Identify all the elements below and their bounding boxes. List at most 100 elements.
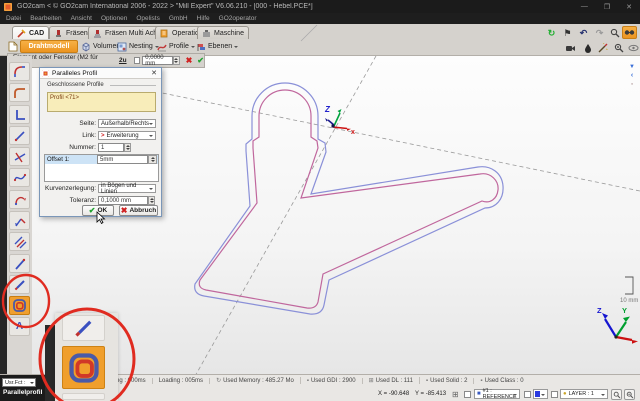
offset-profile-outline[interactable] [195, 83, 503, 314]
zoom-window-button[interactable] [624, 389, 635, 400]
usr-fct-select[interactable]: Usr.Fct : [2, 378, 36, 387]
redo-icon[interactable]: ↷ [593, 27, 606, 39]
nesting-icon [117, 42, 127, 52]
eye-icon[interactable] [627, 42, 640, 54]
volume-cube-icon [81, 42, 91, 52]
undo-icon[interactable]: ↶ [577, 27, 590, 39]
menu-optionen[interactable]: Optionen [101, 15, 127, 22]
tab-cad[interactable]: CAD [12, 26, 49, 39]
profile-listbox[interactable]: Profil <71> [47, 92, 156, 112]
offset-row-selected[interactable]: Offset 1: 5mm [45, 155, 158, 164]
menu-opelists[interactable]: Opelists [136, 15, 159, 22]
close-icon[interactable]: ✕ [626, 3, 632, 11]
corner-arrow-icon[interactable] [9, 211, 30, 230]
scale-label: 10 mm [620, 298, 638, 304]
ribbon-drahtmodell[interactable]: Drahtmodell [20, 40, 78, 53]
callout-panel [55, 313, 118, 401]
refresh-icon[interactable]: ↻ [545, 27, 558, 39]
ok-check-icon: ✔ [89, 206, 96, 215]
menu-hilfe[interactable]: Hilfe [197, 15, 210, 22]
source-profile-outline[interactable] [199, 90, 498, 308]
dialog-close-icon[interactable]: ✕ [151, 69, 161, 77]
reference-checkbox[interactable] [464, 391, 471, 398]
origin-z-label: Z [324, 105, 331, 114]
group-label: Geschlossene Profile [47, 82, 104, 88]
tab-maschine[interactable]: Maschine [197, 26, 249, 39]
offset-list[interactable]: Offset 1: 5mm [44, 154, 159, 182]
color-checkbox[interactable] [524, 391, 531, 398]
line-icon[interactable] [9, 126, 30, 145]
parallel-lines-icon[interactable] [9, 232, 30, 251]
link-arrow-icon: > [101, 133, 105, 139]
ribbon-profile[interactable]: Profile [157, 40, 195, 53]
maximize-icon[interactable]: ❐ [604, 3, 610, 11]
seite-select[interactable]: Außerhalb/Rechts [98, 119, 156, 128]
layers-icon [196, 42, 206, 52]
nummer-stepper[interactable] [124, 143, 131, 152]
spline-icon[interactable] [9, 168, 30, 187]
cancel-button[interactable]: ✖ Abbruch [119, 205, 158, 216]
zoom-plus-icon[interactable] [612, 42, 625, 54]
prompt-zoom-label[interactable]: 2u [119, 57, 127, 64]
parallel-profile-icon[interactable] [9, 296, 30, 315]
offset-value-input[interactable]: 5mm [97, 155, 148, 164]
link-select[interactable]: > Erweiterung [98, 131, 156, 140]
menu-go2operator[interactable]: GO2operator [219, 15, 257, 22]
search-goggles-icon[interactable] [622, 26, 637, 39]
grid-icon[interactable]: ⊞ [452, 390, 459, 399]
ink-drop-icon[interactable] [581, 42, 594, 54]
reference-select[interactable]: ■ #1 : REFERENCE [474, 389, 520, 399]
offset-stepper[interactable] [148, 155, 157, 164]
trim-lines-icon[interactable] [9, 147, 30, 166]
curve-arrow-icon[interactable] [9, 190, 30, 209]
dialog-title-bar[interactable]: Paralleles Profil ✕ [40, 68, 161, 79]
pen-line-icon[interactable] [9, 275, 30, 294]
menu-gmbh[interactable]: GmbH [169, 15, 188, 22]
prompt-cancel-icon[interactable]: ✖ [186, 56, 193, 65]
nummer-input[interactable]: 1 [98, 143, 124, 152]
layer-bulb-icon: ● [563, 391, 567, 397]
chevron-down-icon [234, 46, 238, 50]
zoom-icon[interactable] [608, 27, 621, 39]
metric-gdi: ▪Used GDI : 2900 [301, 378, 363, 384]
pin-icon[interactable]: ◦ [631, 81, 633, 88]
scale-indicator [625, 277, 633, 294]
text-tool-icon[interactable]: A [9, 317, 30, 336]
magic-wand-icon[interactable] [596, 42, 609, 54]
ribbon-ebenen[interactable]: Ebenen [196, 40, 238, 53]
menu-ansicht[interactable]: Ansicht [71, 15, 92, 22]
minimize-icon[interactable]: — [581, 3, 588, 11]
profile-curve-icon [157, 42, 167, 52]
layer-select[interactable]: ● LAYER : 1 [560, 389, 608, 399]
collapse-panel-icon[interactable]: ‹ [631, 72, 633, 79]
menu-datei[interactable]: Datei [6, 15, 21, 22]
l-contour-icon[interactable] [9, 105, 30, 124]
zoom-fit-button[interactable] [611, 389, 622, 400]
left-dock-edge [0, 56, 7, 401]
ribbon-nesting[interactable]: Nesting [117, 40, 159, 53]
snap-checkbox[interactable] [134, 57, 141, 64]
nummer-label: Nummer: [40, 144, 96, 151]
coord-y: Y = -85.413 [415, 391, 446, 397]
toleranz-input[interactable]: 0,1000 mm [98, 196, 148, 205]
class-icon: ▪ [480, 378, 482, 384]
corner-fillet-icon[interactable] [9, 62, 30, 81]
layer-checkbox[interactable] [551, 391, 558, 398]
wireframe-page-icon[interactable] [7, 40, 19, 53]
mouse-cursor [96, 211, 106, 224]
construction-line-vertical[interactable] [190, 56, 376, 374]
tab-fraesen[interactable]: Fräsen [49, 26, 93, 39]
color-swatch-select[interactable] [533, 389, 548, 399]
menu-bearbeiten[interactable]: Bearbeiten [30, 15, 61, 22]
filter-funnel-icon[interactable]: ▼ [629, 64, 635, 70]
flag-select-icon[interactable]: ⚑ [561, 27, 574, 39]
tolerance-stepper[interactable] [173, 56, 180, 65]
segment-icon[interactable] [9, 254, 30, 273]
camera-icon[interactable] [564, 42, 577, 54]
prompt-confirm-icon[interactable]: ✔ [197, 56, 204, 65]
corner-round-icon[interactable] [9, 83, 30, 102]
tolerance-input[interactable]: 0,0000 mm [142, 56, 173, 65]
toleranz-stepper[interactable] [148, 196, 155, 205]
kurven-select[interactable]: in Bögen und Linien [98, 184, 156, 193]
cancel-x-icon: ✖ [121, 206, 128, 215]
